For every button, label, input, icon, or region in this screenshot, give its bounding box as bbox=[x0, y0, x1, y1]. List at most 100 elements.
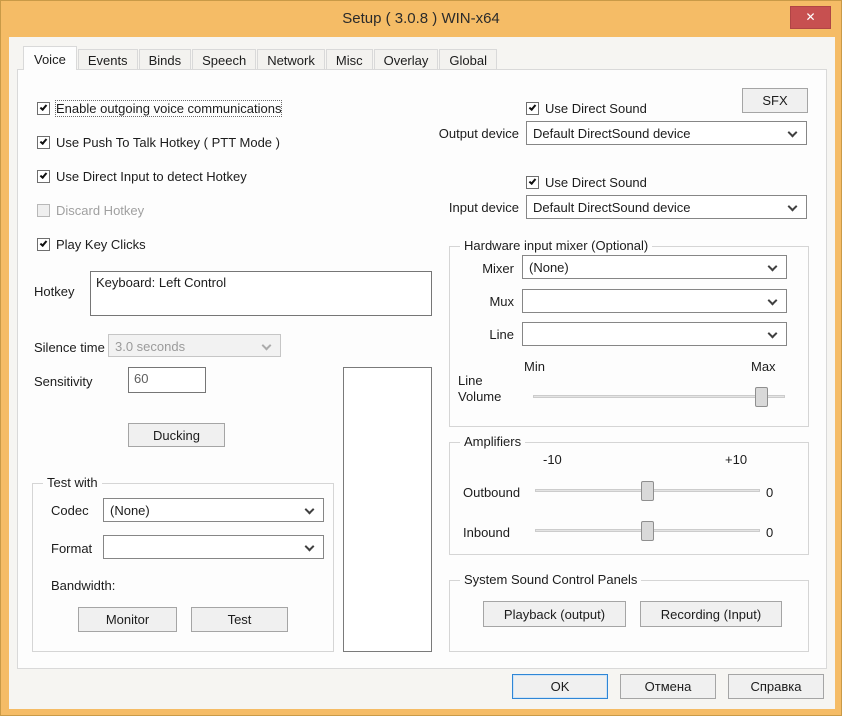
checkbox-use-direct-sound-output[interactable]: Use Direct Sound bbox=[526, 101, 647, 116]
combo-value: (None) bbox=[529, 260, 569, 275]
check-icon bbox=[528, 103, 537, 111]
format-select[interactable] bbox=[103, 535, 324, 559]
voice-tab-page: Enable outgoing voice communications Use… bbox=[17, 69, 827, 669]
check-icon bbox=[39, 137, 48, 145]
hotkey-label: Hotkey bbox=[34, 284, 75, 299]
checkbox-label: Use Direct Sound bbox=[545, 175, 647, 190]
tab-global[interactable]: Global bbox=[439, 49, 497, 70]
chevron-down-icon bbox=[787, 201, 798, 212]
tab-overlay[interactable]: Overlay bbox=[373, 49, 439, 70]
amplifiers-group: Amplifiers -10 +10 Outbound 0 Inbound 0 bbox=[449, 434, 809, 555]
checkbox-use-direct-sound-input[interactable]: Use Direct Sound bbox=[526, 175, 647, 190]
checkbox-enable-outgoing[interactable]: Enable outgoing voice communications bbox=[37, 100, 283, 117]
checkbox-ptt[interactable]: Use Push To Talk Hotkey ( PTT Mode ) bbox=[37, 135, 280, 150]
sfx-button[interactable]: SFX bbox=[742, 88, 808, 113]
checkbox-box bbox=[526, 176, 539, 189]
mixer-select[interactable]: (None) bbox=[522, 255, 787, 279]
combo-value: (None) bbox=[110, 503, 150, 518]
outbound-slider[interactable] bbox=[535, 481, 760, 501]
inbound-slider[interactable] bbox=[535, 521, 760, 541]
ok-button[interactable]: OK bbox=[512, 674, 608, 699]
hotkey-field[interactable]: Keyboard: Left Control bbox=[90, 271, 432, 316]
mux-label: Mux bbox=[489, 294, 514, 309]
checkbox-label: Use Push To Talk Hotkey ( PTT Mode ) bbox=[56, 135, 280, 150]
tab-network[interactable]: Network bbox=[257, 49, 325, 70]
tab-bar: Voice Events Binds Speech Network Misc O… bbox=[23, 46, 498, 70]
hotkey-value: Keyboard: Left Control bbox=[96, 275, 227, 290]
slider-track[interactable] bbox=[533, 395, 785, 398]
system-sound-group: System Sound Control Panels Playback (ou… bbox=[449, 572, 809, 652]
checkbox-play-key-clicks[interactable]: Play Key Clicks bbox=[37, 237, 146, 252]
checkbox-direct-input[interactable]: Use Direct Input to detect Hotkey bbox=[37, 169, 247, 184]
chevron-down-icon bbox=[261, 340, 272, 351]
group-title: System Sound Control Panels bbox=[460, 572, 642, 587]
tab-speech[interactable]: Speech bbox=[192, 49, 257, 70]
chevron-down-icon bbox=[304, 504, 315, 515]
combo-value: 3.0 seconds bbox=[115, 339, 186, 354]
test-button[interactable]: Test bbox=[191, 607, 288, 632]
checkbox-box bbox=[37, 204, 50, 217]
hardware-input-mixer-group: Hardware input mixer (Optional) Mixer (N… bbox=[449, 238, 809, 427]
checkbox-box bbox=[37, 238, 50, 251]
codec-label: Codec bbox=[51, 503, 89, 518]
close-button[interactable]: ✕ bbox=[790, 6, 831, 29]
min-label: Min bbox=[524, 359, 545, 374]
group-title: Hardware input mixer (Optional) bbox=[460, 238, 653, 253]
playback-output-button[interactable]: Playback (output) bbox=[483, 601, 626, 627]
checkbox-box bbox=[526, 102, 539, 115]
input-device-select[interactable]: Default DirectSound device bbox=[526, 195, 807, 219]
checkbox-label: Discard Hotkey bbox=[56, 203, 145, 218]
inbound-value: 0 bbox=[766, 525, 774, 540]
silence-time-label: Silence time bbox=[34, 340, 105, 355]
amp-scale-min-label: -10 bbox=[543, 452, 562, 467]
bandwidth-label: Bandwidth: bbox=[51, 578, 116, 593]
sensitivity-value: 60 bbox=[134, 371, 149, 386]
group-title: Test with bbox=[43, 475, 102, 490]
monitor-button[interactable]: Monitor bbox=[78, 607, 177, 632]
chevron-down-icon bbox=[767, 328, 778, 339]
chevron-down-icon bbox=[304, 541, 315, 552]
checkbox-box bbox=[37, 136, 50, 149]
line-volume-slider[interactable] bbox=[533, 387, 785, 407]
line-select[interactable] bbox=[522, 322, 787, 346]
format-label: Format bbox=[51, 541, 93, 556]
sensitivity-label: Sensitivity bbox=[34, 374, 93, 389]
codec-select[interactable]: (None) bbox=[103, 498, 324, 522]
outbound-label: Outbound bbox=[463, 485, 521, 500]
sensitivity-field[interactable]: 60 bbox=[128, 367, 206, 393]
slider-thumb[interactable] bbox=[755, 387, 768, 407]
amp-scale-max-label: +10 bbox=[725, 452, 748, 467]
tab-binds[interactable]: Binds bbox=[138, 49, 192, 70]
check-icon bbox=[528, 177, 537, 185]
voice-level-meter bbox=[343, 367, 432, 652]
silence-time-select: 3.0 seconds bbox=[108, 334, 281, 357]
check-icon bbox=[39, 239, 48, 247]
dialog-body: Voice Events Binds Speech Network Misc O… bbox=[9, 37, 835, 709]
mixer-label: Mixer bbox=[482, 261, 514, 276]
check-icon bbox=[39, 171, 48, 179]
output-device-select[interactable]: Default DirectSound device bbox=[526, 121, 807, 145]
close-icon: ✕ bbox=[805, 10, 816, 24]
tab-events[interactable]: Events bbox=[77, 49, 138, 70]
checkbox-label: Use Direct Input to detect Hotkey bbox=[56, 169, 247, 184]
line-label: Line bbox=[489, 327, 514, 342]
output-device-label: Output device bbox=[438, 126, 519, 141]
chevron-down-icon bbox=[767, 261, 778, 272]
help-button[interactable]: Справка bbox=[728, 674, 824, 699]
slider-thumb[interactable] bbox=[641, 521, 654, 541]
check-icon bbox=[39, 103, 48, 111]
checkbox-box bbox=[37, 102, 50, 115]
slider-thumb[interactable] bbox=[641, 481, 654, 501]
mux-select[interactable] bbox=[522, 289, 787, 313]
tab-voice[interactable]: Voice bbox=[23, 46, 77, 70]
tab-misc[interactable]: Misc bbox=[325, 49, 373, 70]
recording-input-button[interactable]: Recording (Input) bbox=[640, 601, 782, 627]
cancel-button[interactable]: Отмена bbox=[620, 674, 716, 699]
group-title: Amplifiers bbox=[460, 434, 526, 449]
checkbox-label: Use Direct Sound bbox=[545, 101, 647, 116]
combo-value: Default DirectSound device bbox=[533, 200, 691, 215]
titlebar[interactable]: Setup ( 3.0.8 ) WIN-x64 ✕ bbox=[1, 1, 841, 37]
line-volume-label: Line Volume bbox=[458, 373, 502, 404]
ducking-button[interactable]: Ducking bbox=[128, 423, 225, 447]
test-with-group: Test with Codec (None) Format Bandwidth:… bbox=[32, 475, 334, 652]
